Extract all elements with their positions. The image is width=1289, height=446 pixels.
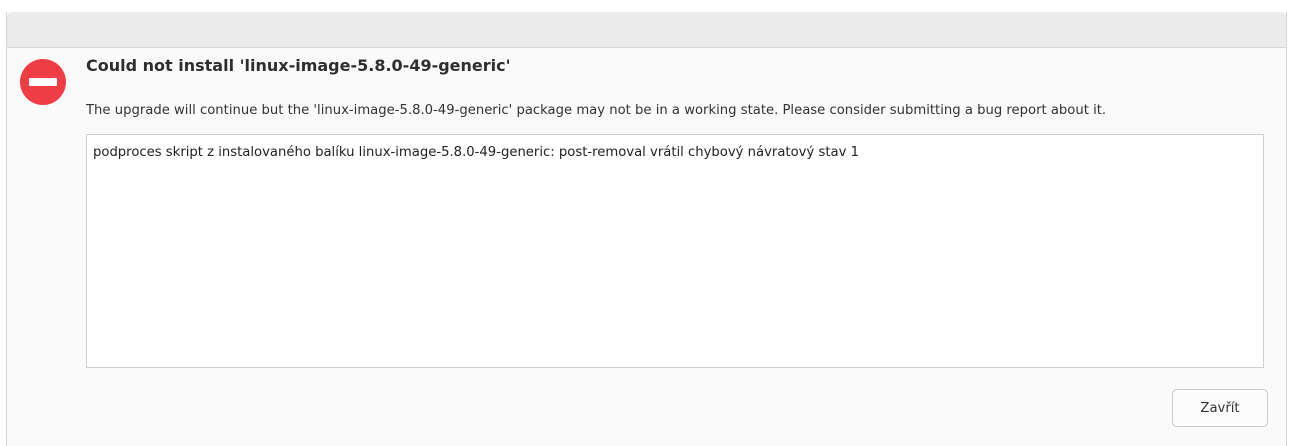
dialog-title: Could not install 'linux-image-5.8.0-49-… xyxy=(86,56,511,75)
details-textarea[interactable]: podproces skript z instalovaného balíku … xyxy=(86,134,1264,368)
error-icon xyxy=(20,59,66,105)
error-icon-bar xyxy=(29,78,57,86)
details-text: podproces skript z instalovaného balíku … xyxy=(93,145,859,160)
close-button[interactable]: Zavřít xyxy=(1172,389,1268,427)
screen: Could not install 'linux-image-5.8.0-49-… xyxy=(0,0,1289,446)
dialog-message: The upgrade will continue but the 'linux… xyxy=(86,103,1107,118)
dialog-titlebar[interactable] xyxy=(7,12,1286,48)
